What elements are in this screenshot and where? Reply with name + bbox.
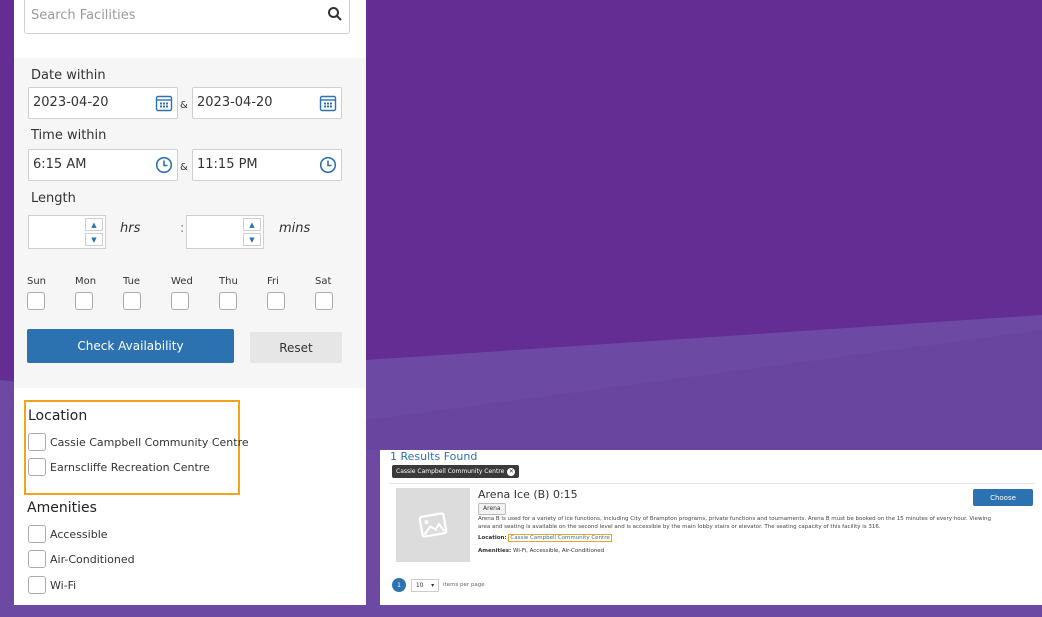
- date-from-value: 2023-04-20: [33, 95, 109, 110]
- facility-name[interactable]: Arena Ice (B) 0:15: [478, 488, 578, 501]
- location-option[interactable]: Earnscliffe Recreation Centre: [28, 457, 210, 477]
- calendar-icon[interactable]: [319, 94, 337, 112]
- day-checkbox-sat[interactable]: [315, 292, 333, 310]
- amenity-option[interactable]: Accessible: [28, 524, 108, 544]
- day-label-thu: Thu: [219, 276, 238, 287]
- time-label: Time within: [31, 128, 107, 143]
- minutes-stepper[interactable]: ▲ ▼: [186, 215, 264, 249]
- close-icon[interactable]: ✕: [507, 467, 516, 476]
- facility-amenities-label: Amenities:: [478, 548, 512, 554]
- amenities-title: Amenities: [27, 500, 97, 516]
- day-label-sun: Sun: [27, 276, 47, 287]
- filter-panel: Date within 2023-04-20 & 2023-04-20 Time…: [14, 0, 366, 605]
- day-label-mon: Mon: [75, 276, 97, 287]
- facility-amenities-value: Wi-Fi, Accessible, Air-Conditioned: [513, 548, 605, 554]
- amenity-option-label: Accessible: [50, 527, 108, 541]
- day-checkbox-sun[interactable]: [27, 292, 45, 310]
- chevron-down-icon: ▾: [431, 581, 435, 589]
- amenity-checkbox[interactable]: [28, 525, 46, 543]
- day-checkbox-wed[interactable]: [171, 292, 189, 310]
- amenity-option-label: Wi-Fi: [50, 578, 77, 592]
- day-checkbox-thu[interactable]: [219, 292, 237, 310]
- facility-description: Arena B is used for a variety of ice fun…: [478, 516, 991, 530]
- amp-separator: &: [180, 100, 188, 111]
- date-to-value: 2023-04-20: [197, 95, 273, 110]
- date-label: Date within: [31, 68, 106, 83]
- divider: [390, 483, 1034, 484]
- filter-chip-label: Cassie Campbell Community Centre: [396, 468, 505, 475]
- results-count: 1 Results Found: [390, 450, 478, 463]
- amenity-option-label: Air-Conditioned: [50, 552, 135, 566]
- date-from-field[interactable]: 2023-04-20: [28, 87, 178, 119]
- choose-button[interactable]: Choose: [973, 489, 1033, 506]
- facility-location-label: Location:: [478, 535, 507, 541]
- day-checkbox-tue[interactable]: [123, 292, 141, 310]
- search-box: [24, 0, 350, 34]
- location-title: Location: [28, 408, 88, 424]
- search-input[interactable]: [25, 0, 317, 31]
- check-availability-button[interactable]: Check Availability: [27, 329, 234, 363]
- items-per-page-label: items per page: [443, 582, 485, 588]
- clock-icon[interactable]: [319, 156, 337, 174]
- reset-button[interactable]: Reset: [250, 332, 342, 363]
- facility-location-value: Cassie Campbell Community Centre: [508, 534, 612, 542]
- day-label-wed: Wed: [171, 276, 193, 287]
- location-checkbox[interactable]: [28, 458, 46, 476]
- time-from-value: 6:15 AM: [33, 157, 87, 172]
- calendar-icon[interactable]: [155, 94, 173, 112]
- search-icon[interactable]: [327, 6, 343, 22]
- date-to-field[interactable]: 2023-04-20: [192, 87, 342, 119]
- results-panel: 1 Results Found Cassie Campbell Communit…: [380, 450, 1042, 605]
- day-label-sat: Sat: [315, 276, 332, 287]
- minutes-unit: mins: [279, 221, 311, 236]
- stepper-up-icon[interactable]: ▲: [85, 218, 103, 231]
- filter-chip[interactable]: Cassie Campbell Community Centre ✕: [392, 465, 520, 478]
- time-to-field[interactable]: 11:15 PM: [192, 149, 342, 181]
- facility-location: Location: Cassie Campbell Community Cent…: [478, 534, 612, 542]
- length-label: Length: [31, 191, 76, 206]
- day-label-fri: Fri: [267, 276, 279, 287]
- facility-amenities: Amenities: Wi-Fi, Accessible, Air-Condit…: [478, 548, 604, 554]
- hours-stepper[interactable]: ▲ ▼: [28, 215, 106, 249]
- day-checkbox-mon[interactable]: [75, 292, 93, 310]
- location-option[interactable]: Cassie Campbell Community Centre: [28, 432, 249, 452]
- day-label-tue: Tue: [123, 276, 141, 287]
- day-checkbox-fri[interactable]: [267, 292, 285, 310]
- amp-separator: &: [180, 162, 188, 173]
- time-from-field[interactable]: 6:15 AM: [28, 149, 178, 181]
- facility-type-badge: Arena: [478, 503, 506, 515]
- location-checkbox[interactable]: [28, 433, 46, 451]
- amenity-checkbox[interactable]: [28, 550, 46, 568]
- items-per-page-value: 10: [415, 581, 424, 589]
- length-colon: :: [180, 221, 185, 236]
- facility-thumbnail: [396, 488, 470, 562]
- hours-unit: hrs: [120, 221, 141, 236]
- amenity-option[interactable]: Wi-Fi: [28, 575, 76, 595]
- amenity-option[interactable]: Air-Conditioned: [28, 549, 135, 569]
- clock-icon[interactable]: [155, 156, 173, 174]
- location-option-label: Earnscliffe Recreation Centre: [50, 460, 210, 474]
- items-per-page-select[interactable]: 10 ▾: [411, 578, 439, 592]
- location-option-label: Cassie Campbell Community Centre: [50, 435, 249, 449]
- stepper-down-icon[interactable]: ▼: [85, 233, 103, 246]
- amenity-checkbox[interactable]: [28, 576, 46, 594]
- stepper-down-icon[interactable]: ▼: [243, 233, 261, 246]
- stepper-up-icon[interactable]: ▲: [243, 218, 261, 231]
- image-placeholder-icon: [418, 512, 448, 538]
- page-number-button[interactable]: 1: [392, 578, 406, 592]
- time-to-value: 11:15 PM: [197, 157, 258, 172]
- pagination: 1 10 ▾ items per page: [392, 578, 485, 592]
